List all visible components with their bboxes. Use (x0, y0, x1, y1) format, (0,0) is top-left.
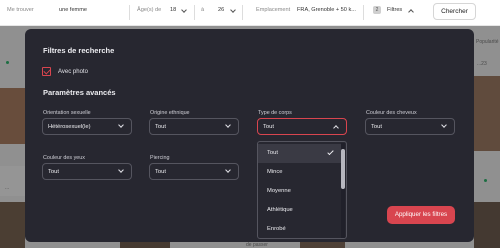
hair-color-select[interactable]: Tout (365, 118, 455, 135)
piercing-value: Tout (155, 169, 166, 175)
ethnicity-label: Origine ethnique (150, 110, 190, 116)
eye-color-label: Couleur des yeux (43, 155, 85, 161)
age-label: Âge(s) de (137, 7, 162, 13)
ethnicity-value: Tout (155, 124, 166, 130)
age-to-select[interactable]: 26 (218, 7, 224, 13)
search-button[interactable]: Chercher (433, 3, 476, 20)
age-to-label: à (201, 7, 205, 13)
option-label: Tout (267, 150, 278, 156)
filters-title: Filtres de recherche (43, 46, 115, 55)
with-photo-label[interactable]: Avec photo (58, 69, 88, 75)
hair-color-value: Tout (371, 124, 382, 130)
option-label: Athlétique (267, 207, 293, 213)
dropdown-option-mince[interactable]: Mince (258, 163, 342, 182)
divider (194, 5, 195, 20)
apply-filters-button[interactable]: Appliquer les filtres (387, 206, 455, 224)
search-bar: Me trouver une femme Âge(s) de 18 à 26 E… (0, 0, 500, 26)
chevron-down-icon (118, 122, 124, 128)
with-photo-checkbox[interactable] (42, 67, 51, 76)
filters-count-badge: 2 (373, 6, 381, 14)
body-type-label: Type de corps (258, 110, 292, 116)
looking-for-label: Me trouver (7, 7, 34, 13)
divider (129, 5, 130, 20)
age-from-select[interactable]: 18 (170, 7, 176, 13)
orientation-select[interactable]: Hétérosexuel(le) (42, 118, 132, 135)
filters-toggle[interactable]: Filtres (387, 7, 402, 13)
chevron-down-icon (118, 167, 124, 173)
hair-color-label: Couleur des cheveux (366, 110, 417, 116)
chevron-down-icon (441, 122, 447, 128)
chevron-down-icon[interactable] (181, 7, 187, 13)
piercing-select[interactable]: Tout (149, 163, 239, 180)
advanced-settings-title: Paramètres avancés (43, 88, 116, 97)
looking-for-value[interactable]: une femme (59, 7, 87, 13)
body-type-select[interactable]: Tout (257, 118, 347, 135)
chevron-down-icon[interactable] (230, 7, 236, 13)
chevron-up-icon[interactable] (408, 9, 414, 15)
option-label: Enrobé (267, 226, 286, 232)
eye-color-select[interactable]: Tout (42, 163, 132, 180)
filters-panel: Filtres de recherche Avec photo Paramètr… (25, 29, 474, 242)
body-type-value: Tout (263, 124, 274, 130)
chevron-down-icon (225, 122, 231, 128)
divider (242, 5, 243, 20)
ethnicity-select[interactable]: Tout (149, 118, 239, 135)
dropdown-option-moyenne[interactable]: Moyenne (258, 182, 342, 201)
checkmark-icon (327, 148, 334, 156)
body-type-dropdown: Tout Mince Moyenne Athlétique Enrobé (257, 141, 347, 239)
chevron-up-icon (333, 125, 339, 131)
dropdown-option-tout[interactable]: Tout (258, 144, 342, 163)
chevron-down-icon (225, 167, 231, 173)
scrollbar-thumb[interactable] (341, 149, 345, 189)
divider (363, 5, 364, 20)
dropdown-option-enrobe[interactable]: Enrobé (258, 220, 342, 238)
dropdown-scrollbar[interactable] (341, 143, 345, 238)
orientation-value: Hétérosexuel(le) (48, 124, 91, 130)
option-label: Moyenne (267, 188, 291, 194)
location-label: Emplacement (256, 7, 291, 13)
piercing-label: Piercing (150, 155, 170, 161)
eye-color-value: Tout (48, 169, 59, 175)
orientation-label: Orientation sexuelle (43, 110, 91, 116)
location-value[interactable]: FRA, Grenoble + 50 k... (297, 7, 356, 13)
option-label: Mince (267, 169, 283, 175)
dropdown-option-athletique[interactable]: Athlétique (258, 201, 342, 220)
